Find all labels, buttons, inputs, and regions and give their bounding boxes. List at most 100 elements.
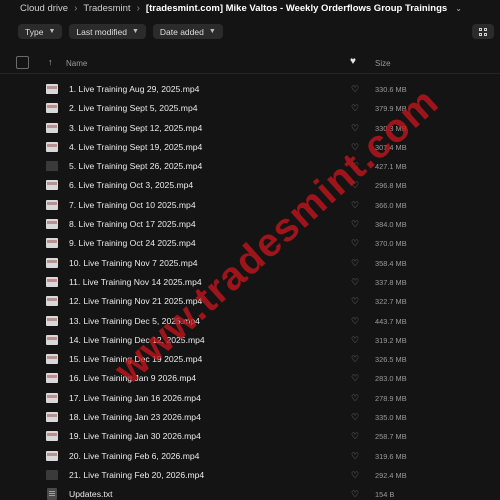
filter-label: Last modified xyxy=(76,26,127,37)
file-size: 278.9 MB xyxy=(375,393,407,403)
heart-outline-icon[interactable]: ♡ xyxy=(351,451,359,462)
heart-outline-icon[interactable]: ♡ xyxy=(351,373,359,384)
video-thumbnail-icon xyxy=(46,296,58,307)
filter-last-modified[interactable]: Last modified ▼ xyxy=(69,24,146,39)
video-thumbnail-icon xyxy=(46,141,58,152)
video-thumbnail-icon xyxy=(46,257,58,268)
table-row[interactable]: 19. Live Training Jan 30 2026.mp4 ♡ 258.7 … xyxy=(0,427,500,446)
file-size: 379.9 MB xyxy=(375,104,407,114)
heart-outline-icon[interactable]: ♡ xyxy=(351,335,359,346)
arrow-up-icon[interactable]: ↑ xyxy=(48,57,53,67)
chevron-right-icon: › xyxy=(136,2,140,14)
file-name: 5. Live Training Sept 26, 2025.mp4 xyxy=(69,161,203,172)
heart-outline-icon[interactable]: ♡ xyxy=(351,161,359,172)
chevron-down-icon[interactable]: ⌄ xyxy=(455,4,462,13)
file-name: 19. Live Training Jan 30 2026.mp4 xyxy=(69,431,201,442)
heart-outline-icon[interactable]: ♡ xyxy=(351,219,359,230)
table-row[interactable]: 15. Live Training Dec 19 2025.mp4 ♡ 326.5 … xyxy=(0,350,500,369)
video-thumbnail-icon xyxy=(46,450,58,461)
file-name: 20. Live Training Feb 6, 2026.mp4 xyxy=(69,450,200,461)
file-size: 335.0 MB xyxy=(375,413,407,423)
table-row[interactable]: Updates.txt ♡ 154 B xyxy=(0,485,500,500)
table-row[interactable]: 11. Live Training Nov 14 2025.mp4 ♡ 337.8 … xyxy=(0,273,500,292)
file-list: 1. Live Training Aug 29, 2025.mp4 ♡ 330.6 … xyxy=(0,80,500,500)
heart-outline-icon[interactable]: ♡ xyxy=(351,489,359,500)
heart-outline-icon[interactable]: ♡ xyxy=(351,316,359,327)
heart-outline-icon[interactable]: ♡ xyxy=(351,393,359,404)
file-size: 292.4 MB xyxy=(375,470,407,480)
column-header-name[interactable]: Name xyxy=(66,59,87,68)
video-thumbnail-icon xyxy=(46,315,58,326)
table-row[interactable]: 20. Live Training Feb 6, 2026.mp4 ♡ 319.6 … xyxy=(0,447,500,466)
file-name: 10. Live Training Nov 7 2025.mp4 xyxy=(69,257,198,268)
file-name: 11. Live Training Nov 14 2025.mp4 xyxy=(69,276,202,287)
table-row[interactable]: 9. Live Training Oct 24 2025.mp4 ♡ 370.0 M… xyxy=(0,234,500,253)
heart-outline-icon[interactable]: ♡ xyxy=(351,431,359,442)
heart-outline-icon[interactable]: ♡ xyxy=(351,354,359,365)
table-row[interactable]: 17. Live Training Jan 16 2026.mp4 ♡ 278.9 … xyxy=(0,389,500,408)
breadcrumb-parent[interactable]: Tradesmint xyxy=(83,3,130,14)
heart-outline-icon[interactable]: ♡ xyxy=(351,277,359,288)
video-thumbnail-icon xyxy=(46,431,58,442)
table-row[interactable]: 13. Live Training Dec 5, 2025.mp4 ♡ 443.7 … xyxy=(0,312,500,331)
heart-outline-icon[interactable]: ♡ xyxy=(351,123,359,134)
heart-outline-icon[interactable]: ♡ xyxy=(351,103,359,114)
heart-icon[interactable]: ♥ xyxy=(350,56,356,67)
heart-outline-icon[interactable]: ♡ xyxy=(351,296,359,307)
filter-type[interactable]: Type ▼ xyxy=(18,24,63,39)
table-row[interactable]: 8. Live Training Oct 17 2025.mp4 ♡ 384.0 M… xyxy=(0,215,500,234)
heart-outline-icon[interactable]: ♡ xyxy=(351,84,359,95)
filter-bar: Type ▼ Last modified ▼ Date added ▼ xyxy=(18,24,223,40)
heart-outline-icon[interactable]: ♡ xyxy=(351,142,359,153)
heart-outline-icon[interactable]: ♡ xyxy=(351,258,359,269)
breadcrumb-root[interactable]: Cloud drive xyxy=(20,3,68,14)
grid-icon xyxy=(479,27,487,36)
select-all-checkbox[interactable] xyxy=(16,56,29,69)
table-row[interactable]: 5. Live Training Sept 26, 2025.mp4 ♡ 427.1… xyxy=(0,157,500,176)
video-thumbnail-icon xyxy=(46,334,58,345)
heart-outline-icon[interactable]: ♡ xyxy=(351,412,359,423)
video-thumbnail-icon xyxy=(46,180,58,191)
table-row[interactable]: 6. Live Training Oct 3, 2025.mp4 ♡ 296.8 M… xyxy=(0,176,500,195)
file-size: 443.7 MB xyxy=(375,316,407,326)
table-row[interactable]: 21. Live Training Feb 20, 2026.mp4 ♡ 292.4… xyxy=(0,466,500,485)
file-size: 384.0 MB xyxy=(375,220,407,230)
file-size: 358.4 MB xyxy=(375,258,407,268)
heart-outline-icon[interactable]: ♡ xyxy=(351,200,359,211)
filter-date-added[interactable]: Date added ▼ xyxy=(152,24,223,39)
file-name: 3. Live Training Sept 12, 2025.mp4 xyxy=(69,122,203,133)
table-row[interactable]: 14. Live Training Dec 12, 2025.mp4 ♡ 319.2… xyxy=(0,331,500,350)
file-name: 9. Live Training Oct 24 2025.mp4 xyxy=(69,238,196,249)
view-toggle-button[interactable] xyxy=(472,24,494,39)
file-size: 330.3 MB xyxy=(375,123,407,133)
video-thumbnail-icon xyxy=(46,412,58,423)
heart-outline-icon[interactable]: ♡ xyxy=(351,238,359,249)
table-row[interactable]: 7. Live Training Oct 10 2025.mp4 ♡ 366.0 M… xyxy=(0,196,500,215)
table-row[interactable]: 2. Live Training Sept 5, 2025.mp4 ♡ 379.9 … xyxy=(0,99,500,118)
file-size: 296.8 MB xyxy=(375,181,407,191)
table-row[interactable]: 12. Live Training Nov 21 2025.mp4 ♡ 322.7 … xyxy=(0,292,500,311)
video-thumbnail-icon xyxy=(46,199,58,210)
chevron-down-icon: ▼ xyxy=(48,28,56,35)
filter-label: Type xyxy=(25,26,44,37)
heart-outline-icon[interactable]: ♡ xyxy=(351,470,359,481)
table-row[interactable]: 10. Live Training Nov 7 2025.mp4 ♡ 358.4 M… xyxy=(0,254,500,273)
file-name: 6. Live Training Oct 3, 2025.mp4 xyxy=(69,180,194,191)
table-row[interactable]: 18. Live Training Jan 23 2026.mp4 ♡ 335.0 … xyxy=(0,408,500,427)
file-size: 427.1 MB xyxy=(375,162,407,172)
table-row[interactable]: 4. Live Training Sept 19, 2025.mp4 ♡ 307.4… xyxy=(0,138,500,157)
file-size: 307.4 MB xyxy=(375,142,407,152)
file-size: 366.0 MB xyxy=(375,200,407,210)
text-file-icon xyxy=(47,488,57,500)
heart-outline-icon[interactable]: ♡ xyxy=(351,180,359,191)
table-row[interactable]: 1. Live Training Aug 29, 2025.mp4 ♡ 330.6 … xyxy=(0,80,500,99)
breadcrumb-current[interactable]: [tradesmint.com] Mike Valtos - Weekly Or… xyxy=(146,3,447,14)
file-size: 330.6 MB xyxy=(375,85,407,94)
table-row[interactable]: 16. Live Training Jan 9 2026.mp4 ♡ 283.0 M… xyxy=(0,369,500,388)
file-name: 17. Live Training Jan 16 2026.mp4 xyxy=(69,392,201,403)
column-header-size[interactable]: Size xyxy=(375,59,391,68)
table-row[interactable]: 3. Live Training Sept 12, 2025.mp4 ♡ 330.3… xyxy=(0,119,500,138)
file-name: 8. Live Training Oct 17 2025.mp4 xyxy=(69,219,196,230)
file-name: 18. Live Training Jan 23 2026.mp4 xyxy=(69,412,201,423)
file-name: 7. Live Training Oct 10 2025.mp4 xyxy=(69,199,196,210)
